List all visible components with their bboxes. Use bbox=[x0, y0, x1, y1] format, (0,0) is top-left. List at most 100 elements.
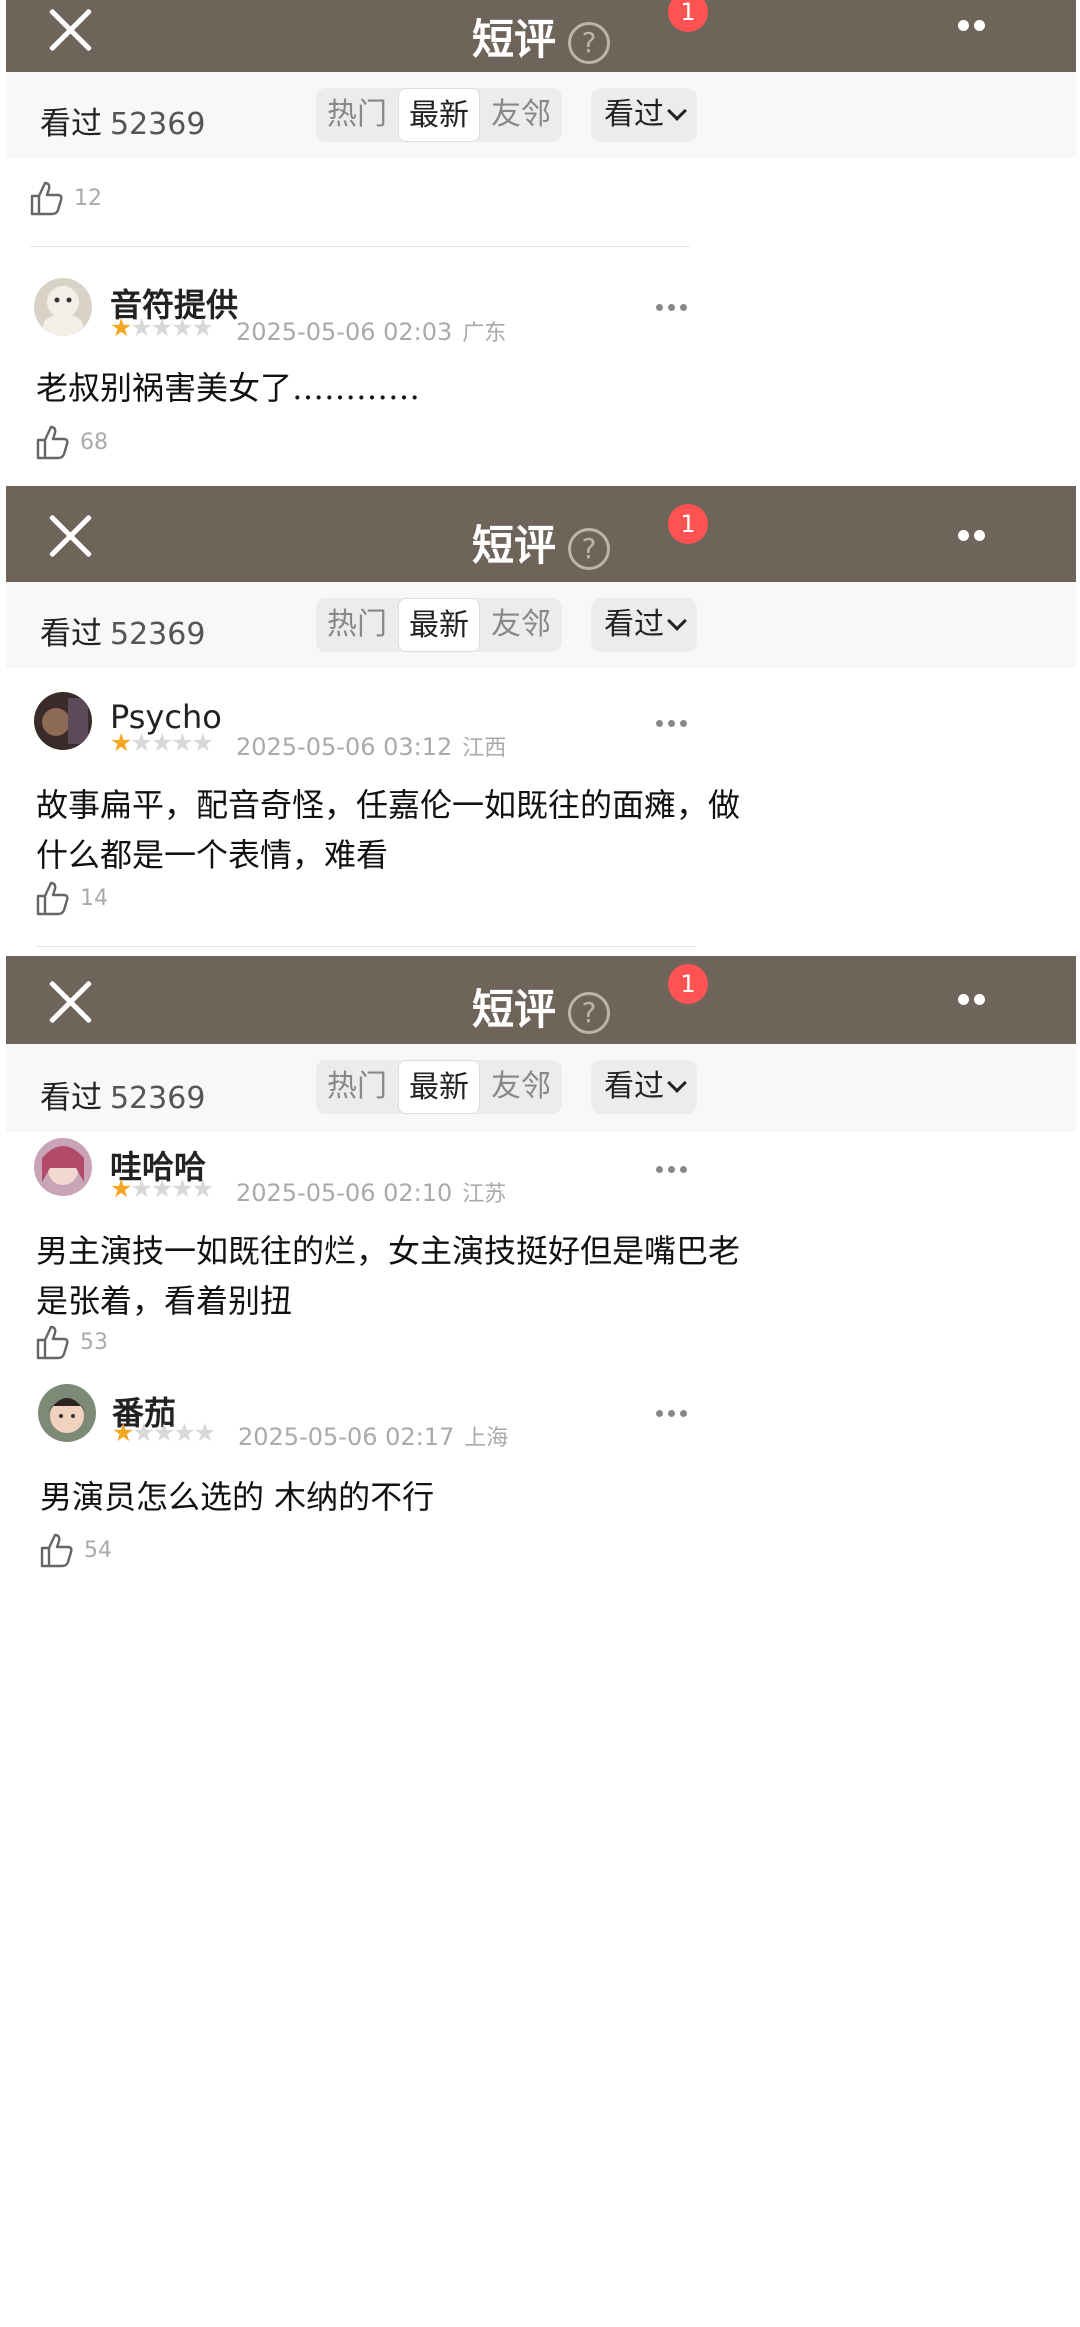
comment-meta: 2025-05-06 03:12 江西 bbox=[236, 730, 506, 762]
star-rating: ★★★★★ bbox=[110, 728, 214, 757]
chevron-down-icon bbox=[667, 101, 687, 121]
seen-label: 看过 bbox=[40, 1080, 102, 1116]
chevron-down-icon bbox=[667, 611, 687, 631]
tab-friends[interactable]: 友邻 bbox=[480, 88, 562, 142]
comment-location: 江苏 bbox=[462, 1182, 507, 1207]
screenshot-segment-2: 短评? 1 看过 52369 热门 最新 友邻 看过 Psycho ★★★★★ 2… bbox=[0, 486, 1080, 956]
avatar-image bbox=[34, 692, 92, 750]
seen-count: 看过 52369 bbox=[40, 1072, 205, 1117]
sort-dropdown[interactable]: 看过 bbox=[591, 1060, 697, 1114]
seen-count: 看过 52369 bbox=[40, 98, 205, 143]
sort-label: 看过 bbox=[604, 607, 664, 642]
comment-more-icon[interactable] bbox=[656, 720, 690, 728]
more-options-icon[interactable] bbox=[958, 530, 998, 542]
comment-text: 男主演技一如既往的烂，女主演技挺好但是嘴巴老 是张着，看着别扭 bbox=[36, 1226, 1046, 1326]
star-rating: ★★★★★ bbox=[110, 1174, 214, 1203]
sort-dropdown[interactable]: 看过 bbox=[591, 88, 697, 142]
tab-latest[interactable]: 最新 bbox=[398, 1060, 480, 1114]
filter-bar: 看过 52369 热门 最新 友邻 看过 bbox=[6, 1044, 1076, 1132]
seen-count: 看过 52369 bbox=[40, 608, 205, 653]
comment-meta: 2025-05-06 02:10 江苏 bbox=[236, 1176, 506, 1208]
avatar-image bbox=[34, 1138, 92, 1196]
thumbs-up-icon bbox=[40, 1533, 73, 1568]
comment-text: 老叔别祸害美女了………… bbox=[36, 369, 421, 407]
tab-hot[interactable]: 热门 bbox=[316, 598, 398, 652]
header-bar: 短评? 1 bbox=[6, 486, 1076, 582]
comment-date: 2025-05-06 02:17 bbox=[238, 1423, 455, 1451]
like-count: 68 bbox=[80, 430, 108, 455]
page-title: 短评 bbox=[471, 985, 556, 1034]
like-button[interactable]: 53 bbox=[36, 1324, 108, 1364]
tab-friends[interactable]: 友邻 bbox=[480, 1060, 562, 1114]
thumbs-up-icon bbox=[36, 1325, 69, 1360]
header-bar: 短评? 1 bbox=[6, 0, 1076, 72]
chevron-down-icon bbox=[667, 1073, 687, 1093]
screenshot-segment-3: 短评? 1 看过 52369 热门 最新 友邻 看过 哇哈哈 ★★★★★ 2025… bbox=[0, 956, 1080, 1370]
tab-friends[interactable]: 友邻 bbox=[480, 598, 562, 652]
comment-location: 江西 bbox=[462, 736, 507, 761]
comment-more-icon[interactable] bbox=[656, 304, 690, 312]
seen-number: 52369 bbox=[110, 107, 206, 142]
tab-hot[interactable]: 热门 bbox=[316, 88, 398, 142]
tab-latest[interactable]: 最新 bbox=[398, 598, 480, 652]
comment-more-icon[interactable] bbox=[656, 1410, 690, 1418]
thumbs-up-icon bbox=[36, 425, 69, 460]
comment-meta: 2025-05-06 02:03 广东 bbox=[236, 315, 506, 347]
avatar[interactable] bbox=[38, 1384, 96, 1442]
comment-text-line: 故事扁平，配音奇怪，任嘉伦一如既往的面瘫，做 bbox=[36, 786, 741, 824]
avatar-image bbox=[38, 1384, 96, 1442]
like-button[interactable]: 14 bbox=[36, 880, 108, 920]
more-options-icon[interactable] bbox=[958, 20, 998, 32]
thumbs-up-icon bbox=[36, 881, 69, 916]
comment-text: 男演员怎么选的 木纳的不行 bbox=[40, 1478, 435, 1516]
sort-dropdown[interactable]: 看过 bbox=[591, 598, 697, 652]
help-icon[interactable]: ? bbox=[568, 22, 610, 64]
thumbs-up-icon bbox=[30, 181, 63, 216]
like-count: 12 bbox=[74, 186, 102, 211]
like-button[interactable]: 54 bbox=[40, 1532, 112, 1572]
avatar[interactable] bbox=[34, 278, 92, 336]
comment-text-line: 什么都是一个表情，难看 bbox=[36, 836, 389, 874]
help-icon[interactable]: ? bbox=[568, 992, 610, 1034]
sort-label: 看过 bbox=[604, 1069, 664, 1104]
seen-label: 看过 bbox=[40, 106, 102, 142]
seen-label: 看过 bbox=[40, 616, 102, 652]
notification-badge: 1 bbox=[668, 504, 708, 544]
screenshot-segment-1: 短评? 1 看过 52369 热门 最新 友邻 看过 12 音符提供 ★★★★★ … bbox=[0, 0, 1080, 486]
divider bbox=[30, 246, 690, 247]
page-title: 短评 bbox=[471, 521, 556, 570]
star-rating: ★★★★★ bbox=[110, 313, 214, 342]
avatar[interactable] bbox=[34, 1138, 92, 1196]
page-title: 短评 bbox=[471, 15, 556, 64]
comment-location: 广东 bbox=[462, 321, 507, 346]
tab-latest[interactable]: 最新 bbox=[398, 88, 480, 142]
seen-number: 52369 bbox=[110, 1081, 206, 1116]
comment-location: 上海 bbox=[464, 1426, 509, 1451]
help-icon[interactable]: ? bbox=[568, 528, 610, 570]
like-button[interactable]: 12 bbox=[30, 180, 102, 220]
sort-label: 看过 bbox=[604, 97, 664, 132]
tab-group: 热门 最新 友邻 bbox=[316, 88, 562, 142]
comment-date: 2025-05-06 02:03 bbox=[236, 318, 453, 346]
seen-number: 52369 bbox=[110, 617, 206, 652]
like-count: 53 bbox=[80, 1330, 108, 1355]
filter-bar: 看过 52369 热门 最新 友邻 看过 bbox=[6, 582, 1076, 668]
header-bar: 短评? 1 bbox=[6, 956, 1076, 1044]
tab-hot[interactable]: 热门 bbox=[316, 1060, 398, 1114]
comment-date: 2025-05-06 02:10 bbox=[236, 1179, 453, 1207]
tab-group: 热门 最新 友邻 bbox=[316, 1060, 562, 1114]
avatar[interactable] bbox=[34, 692, 92, 750]
comment-more-icon[interactable] bbox=[656, 1166, 690, 1174]
comment-date: 2025-05-06 03:12 bbox=[236, 733, 453, 761]
filter-bar: 看过 52369 热门 最新 友邻 看过 bbox=[6, 72, 1076, 158]
star-rating: ★★★★★ bbox=[112, 1418, 216, 1447]
comment-meta: 2025-05-06 02:17 上海 bbox=[238, 1420, 508, 1452]
notification-badge: 1 bbox=[668, 964, 708, 1004]
divider bbox=[36, 946, 696, 947]
like-button[interactable]: 68 bbox=[36, 424, 108, 464]
more-options-icon[interactable] bbox=[958, 994, 998, 1006]
comment-text-line: 男主演技一如既往的烂，女主演技挺好但是嘴巴老 bbox=[36, 1232, 741, 1270]
tab-group: 热门 最新 友邻 bbox=[316, 598, 562, 652]
avatar-image bbox=[34, 278, 92, 336]
comment-text-line: 是张着，看着别扭 bbox=[36, 1282, 293, 1320]
